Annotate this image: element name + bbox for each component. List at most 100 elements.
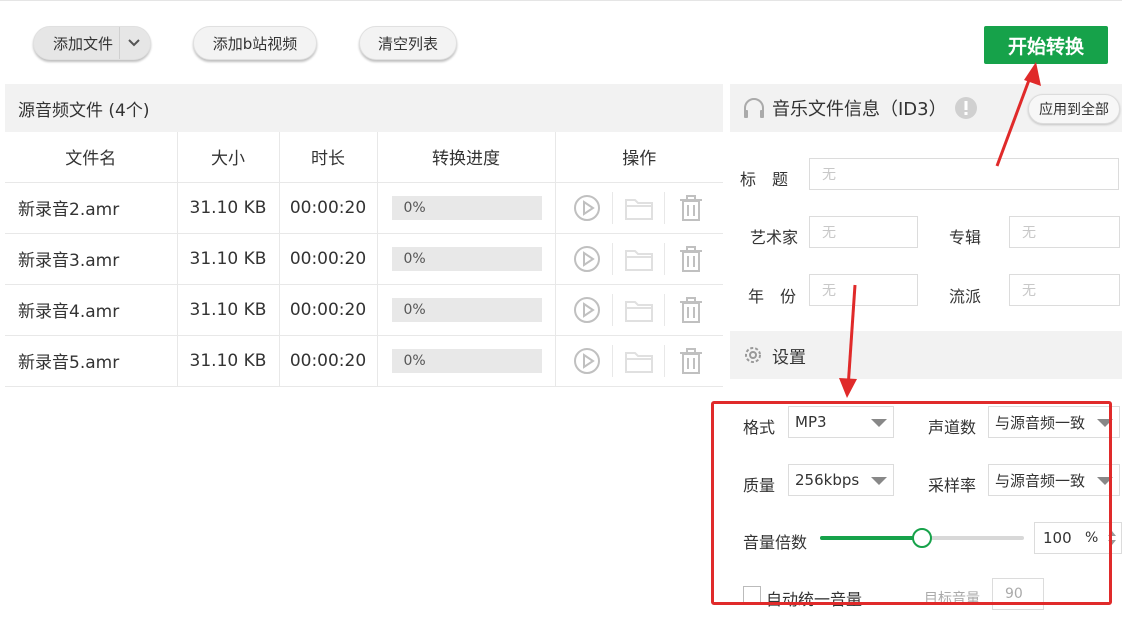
apply-to-all-label: 应用到全部 [1039, 102, 1109, 118]
settings-title: 设置 [772, 347, 806, 368]
year-label: 年 份 [748, 287, 797, 306]
channels-value: 与源音频一致 [995, 413, 1086, 432]
col-duration: 时长 [279, 132, 378, 183]
folder-icon[interactable] [613, 191, 666, 224]
format-value: MP3 [795, 413, 827, 431]
settings-header: 设置 [730, 331, 1122, 379]
trash-icon[interactable] [665, 243, 717, 275]
quality-select[interactable]: 256kbps [788, 464, 894, 496]
genre-label: 流派 [949, 287, 982, 306]
col-size: 大小 [177, 132, 280, 183]
genre-input[interactable]: 无 [1009, 274, 1120, 306]
volume-unit: % [1085, 530, 1099, 546]
table-row[interactable]: 新录音2.amr 31.10 KB 00:00:20 0% [5, 182, 723, 234]
table-row[interactable]: 新录音3.amr 31.10 KB 00:00:20 0% [5, 233, 723, 285]
file-list-panel: 源音频文件 (4个) 文件名 大小 时长 转换进度 操作 新录音2.amr 31.… [5, 84, 723, 627]
dropdown-arrow-icon [871, 477, 887, 485]
table-row[interactable]: 新录音4.amr 31.10 KB 00:00:20 0% [5, 284, 723, 336]
add-file-button[interactable]: 添加文件 [33, 26, 151, 60]
volume-slider-fill [820, 536, 922, 540]
channels-select[interactable]: 与源音频一致 [988, 406, 1120, 438]
play-icon[interactable] [561, 293, 614, 326]
title-input[interactable]: 无 [809, 158, 1119, 190]
trash-icon[interactable] [665, 192, 717, 224]
col-filename: 文件名 [5, 132, 178, 183]
file-progress-cell: 0% [377, 233, 556, 285]
volume-label: 音量倍数 [743, 533, 808, 552]
clear-list-button[interactable]: 清空列表 [359, 26, 457, 60]
file-size: 31.10 KB [177, 284, 280, 336]
samplerate-select[interactable]: 与源音频一致 [988, 464, 1120, 496]
dropdown-arrow-icon [1097, 477, 1113, 485]
add-bilibili-label: 添加b站视频 [212, 34, 298, 53]
format-select[interactable]: MP3 [788, 406, 894, 438]
file-duration: 00:00:20 [279, 284, 378, 336]
id3-title: 音乐文件信息（ID3） [772, 99, 947, 120]
format-label: 格式 [743, 418, 776, 437]
volume-input[interactable]: 100 % [1034, 522, 1122, 554]
file-actions [555, 233, 723, 285]
add-file-label: 添加文件 [52, 34, 113, 53]
file-name: 新录音4.amr [5, 284, 178, 336]
album-input[interactable]: 无 [1009, 216, 1120, 248]
volume-slider-thumb[interactable] [912, 528, 932, 548]
apply-to-all-button[interactable]: 应用到全部 [1028, 94, 1120, 124]
file-duration: 00:00:20 [279, 233, 378, 285]
play-icon[interactable] [561, 242, 614, 275]
progress-bar: 0% [391, 297, 542, 322]
auto-volume-checkbox[interactable] [743, 586, 761, 604]
file-name: 新录音2.amr [5, 182, 178, 234]
right-panel: 音乐文件信息（ID3） 应用到全部 标 题 无 艺术家 无 专辑 无 年 份 无… [730, 84, 1122, 627]
file-name: 新录音3.amr [5, 233, 178, 285]
file-size: 31.10 KB [177, 182, 280, 234]
folder-icon[interactable] [613, 344, 666, 377]
info-icon[interactable] [954, 96, 978, 120]
quality-value: 256kbps [795, 471, 860, 489]
play-icon[interactable] [561, 344, 614, 377]
start-convert-label: 开始转换 [1007, 35, 1084, 58]
col-actions: 操作 [555, 132, 723, 183]
start-convert-button[interactable]: 开始转换 [984, 26, 1108, 64]
volume-slider[interactable] [820, 528, 1024, 548]
quality-label: 质量 [743, 476, 776, 495]
stepper-icon[interactable] [1107, 529, 1117, 547]
progress-bar: 0% [391, 348, 542, 373]
file-size: 31.10 KB [177, 233, 280, 285]
year-input[interactable]: 无 [809, 274, 918, 306]
headphones-icon [742, 97, 766, 119]
file-name: 新录音5.amr [5, 335, 178, 387]
file-actions [555, 335, 723, 387]
dropdown-arrow-icon [871, 419, 887, 427]
channels-label: 声道数 [928, 418, 977, 437]
play-icon[interactable] [561, 191, 614, 224]
add-bilibili-button[interactable]: 添加b站视频 [193, 26, 317, 60]
table-row[interactable]: 新录音5.amr 31.10 KB 00:00:20 0% [5, 335, 723, 387]
col-progress: 转换进度 [377, 132, 556, 183]
file-actions [555, 284, 723, 336]
gear-icon [742, 344, 764, 366]
id3-header: 音乐文件信息（ID3） 应用到全部 [730, 84, 1122, 132]
chevron-down-icon[interactable] [119, 27, 147, 59]
title-label: 标 题 [740, 170, 789, 189]
target-volume-input[interactable]: 90 [992, 578, 1044, 610]
trash-icon[interactable] [665, 345, 717, 377]
file-actions [555, 182, 723, 234]
volume-value: 100 [1043, 529, 1072, 547]
file-size: 31.10 KB [177, 335, 280, 387]
clear-list-label: 清空列表 [377, 34, 438, 53]
artist-input[interactable]: 无 [809, 216, 918, 248]
album-label: 专辑 [949, 228, 982, 247]
dropdown-arrow-icon [1097, 419, 1113, 427]
table-header: 文件名 大小 时长 转换进度 操作 [5, 132, 723, 183]
folder-icon[interactable] [613, 293, 666, 326]
trash-icon[interactable] [665, 294, 717, 326]
folder-icon[interactable] [613, 242, 666, 275]
target-volume-label: 目标音量 [924, 591, 980, 607]
file-duration: 00:00:20 [279, 182, 378, 234]
artist-label: 艺术家 [750, 228, 799, 247]
file-progress-cell: 0% [377, 284, 556, 336]
file-progress-cell: 0% [377, 182, 556, 234]
progress-bar: 0% [391, 246, 542, 271]
file-duration: 00:00:20 [279, 335, 378, 387]
samplerate-label: 采样率 [928, 476, 977, 495]
